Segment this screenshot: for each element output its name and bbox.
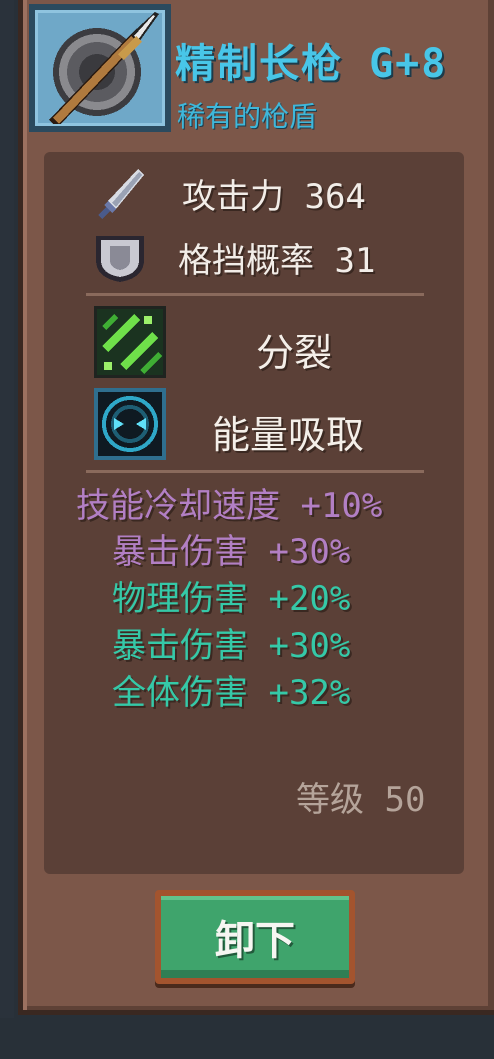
- bottom-strip: [0, 1018, 494, 1059]
- divider-2: [86, 470, 424, 473]
- stat-attack: 攻击力 364: [92, 168, 366, 219]
- spear-shield-icon: [49, 12, 159, 124]
- shield-icon: [96, 236, 144, 282]
- split-arrows-icon: [94, 306, 166, 378]
- item-icon-frame: [29, 4, 171, 132]
- bonus-cooldown: 技能冷却速度 +10%: [76, 486, 383, 526]
- stat-block: 格挡概率 31: [92, 232, 375, 282]
- item-title: 精制长枪 G+8: [175, 41, 448, 87]
- item-rarity: 稀有的枪盾: [177, 100, 318, 133]
- sword-icon: [98, 169, 144, 219]
- attack-text: 攻击力 364: [182, 176, 366, 217]
- ability-split-label: 分裂: [256, 331, 333, 375]
- ability-energy-label: 能量吸取: [212, 413, 365, 457]
- bonus-crit-damage-purple: 暴击伤害 +30%: [112, 532, 351, 572]
- left-rail: [0, 0, 14, 1059]
- item-level: 等级 50: [296, 780, 426, 820]
- energy-absorb-icon: [94, 388, 166, 460]
- block-text: 格挡概率 31: [178, 240, 376, 281]
- bonus-all-damage: 全体伤害 +32%: [112, 673, 351, 713]
- bonus-crit-damage-green: 暴击伤害 +30%: [112, 626, 351, 666]
- bonus-physical-damage: 物理伤害 +20%: [112, 579, 351, 619]
- divider-1: [86, 293, 424, 296]
- unequip-button[interactable]: 卸下: [155, 890, 355, 984]
- panel-edge: [488, 0, 494, 1010]
